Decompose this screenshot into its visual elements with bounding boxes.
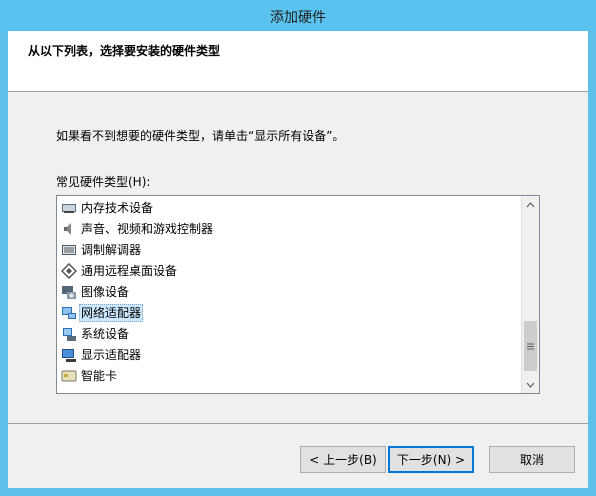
list-scrollbar[interactable] — [521, 196, 539, 393]
smart-card-icon — [61, 368, 77, 384]
footer-divider — [8, 423, 588, 424]
chevron-up-icon — [526, 201, 535, 207]
list-item-label: 智能卡 — [81, 369, 118, 383]
scroll-up-button[interactable] — [522, 196, 539, 213]
list-item-label: 显示适配器 — [81, 348, 142, 362]
scroll-down-button[interactable] — [522, 376, 539, 393]
hardware-type-list[interactable]: 内存技术设备 声音、视频和游戏控制器 调制解调器 通用远程桌面设备 图像设备 网… — [56, 195, 540, 394]
list-item[interactable]: 通用远程桌面设备 — [60, 261, 179, 281]
list-item[interactable]: 内存技术设备 — [61, 198, 155, 218]
network-adapter-icon — [61, 305, 77, 321]
list-item-label: 网络适配器 — [79, 304, 144, 322]
list-item-label: 系统设备 — [81, 327, 130, 341]
list-item[interactable]: 智能卡 — [61, 366, 119, 386]
memory-card-icon — [61, 200, 77, 216]
list-item-label: 通用远程桌面设备 — [81, 264, 178, 278]
speaker-icon — [61, 221, 77, 237]
camera-icon — [61, 284, 77, 300]
list-item[interactable]: 调制解调器 — [61, 240, 143, 260]
modem-icon — [61, 242, 77, 258]
list-item-label: 内存技术设备 — [81, 201, 154, 215]
chevron-down-icon — [526, 382, 535, 388]
wizard-header: 从以下列表，选择要安装的硬件类型 — [8, 31, 588, 92]
info-text: 如果看不到想要的硬件类型，请单击“显示所有设备”。 — [56, 129, 345, 143]
list-item-label: 图像设备 — [81, 285, 130, 299]
list-item[interactable]: 图像设备 — [61, 282, 131, 302]
header-instruction: 从以下列表，选择要安装的硬件类型 — [28, 44, 221, 58]
cancel-button[interactable]: 取消 — [489, 446, 575, 473]
back-button[interactable]: < 上一步(B) — [300, 446, 386, 473]
dialog-client: 从以下列表，选择要安装的硬件类型 如果看不到想要的硬件类型，请单击“显示所有设备… — [8, 31, 588, 488]
hardware-type-label: 常见硬件类型(H): — [56, 175, 151, 189]
dialog-window: 添加硬件 从以下列表，选择要安装的硬件类型 如果看不到想要的硬件类型，请单击“显… — [0, 0, 596, 496]
list-item-label: 调制解调器 — [81, 243, 142, 257]
list-item[interactable]: 系统设备 — [61, 324, 131, 344]
remote-desktop-icon — [60, 262, 78, 280]
list-item-label: 声音、视频和游戏控制器 — [81, 222, 214, 236]
title-bar: 添加硬件 — [0, 0, 596, 31]
window-title: 添加硬件 — [270, 10, 326, 26]
list-item[interactable]: 显示适配器 — [61, 345, 143, 365]
list-item[interactable]: 声音、视频和游戏控制器 — [61, 219, 215, 239]
display-adapter-icon — [61, 347, 77, 363]
scroll-thumb[interactable] — [524, 321, 537, 371]
next-button[interactable]: 下一步(N) > — [388, 446, 474, 473]
list-item[interactable]: 网络适配器 — [61, 303, 144, 323]
system-device-icon — [61, 326, 77, 342]
grip-icon — [527, 343, 534, 349]
